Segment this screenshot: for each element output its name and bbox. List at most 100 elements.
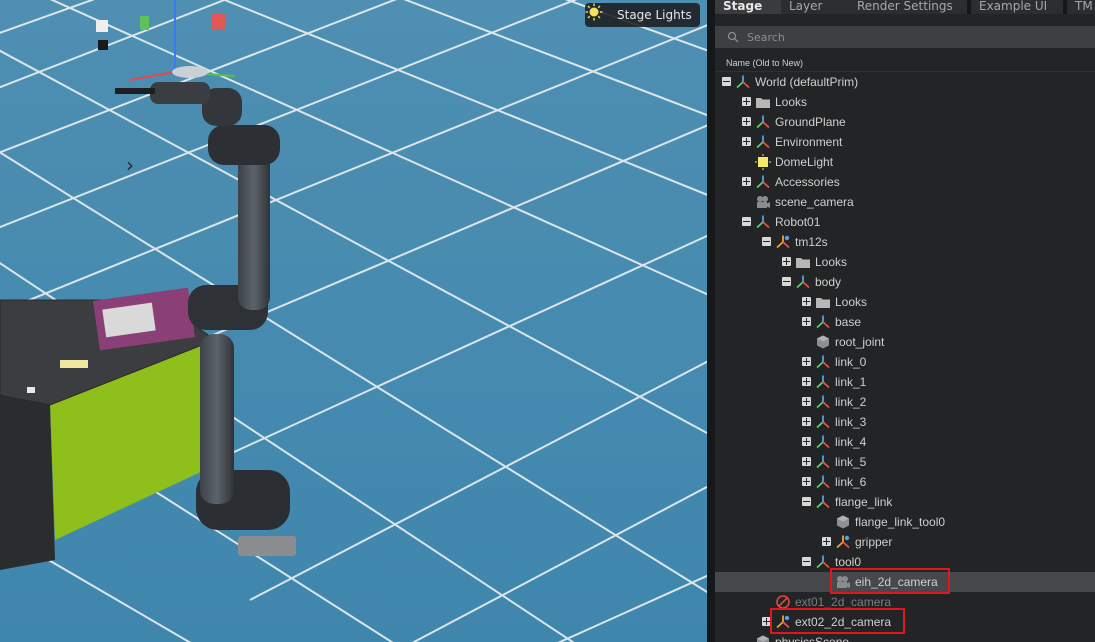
viewport-scene xyxy=(0,0,707,642)
cube-icon xyxy=(755,634,771,642)
tree-row[interactable]: link_3 xyxy=(715,412,1095,432)
column-header-name[interactable]: Name (Old to New) xyxy=(715,56,1095,72)
expand-icon[interactable] xyxy=(742,97,751,106)
tree-row-label: body xyxy=(815,275,842,289)
expand-icon[interactable] xyxy=(802,377,811,386)
tree-row-label: Accessories xyxy=(775,175,840,189)
tree-row[interactable]: DomeLight xyxy=(715,152,1095,172)
tree-row[interactable]: link_6 xyxy=(715,472,1095,492)
expand-icon[interactable] xyxy=(802,357,811,366)
tab-stage[interactable]: Stage xyxy=(715,0,783,14)
tree-row[interactable]: Accessories xyxy=(715,172,1095,192)
tree-row-label: Looks xyxy=(815,255,848,269)
folder-icon xyxy=(795,254,811,270)
collapse-icon[interactable] xyxy=(782,277,791,286)
column-header-label: Name (Old to New) xyxy=(726,58,804,68)
tree-row[interactable]: flange_link xyxy=(715,492,1095,512)
xform-icon xyxy=(735,74,751,90)
xform-icon xyxy=(755,174,771,190)
tree-row[interactable]: link_1 xyxy=(715,372,1095,392)
tree-row-label: link_6 xyxy=(835,475,867,489)
tab-render-settings[interactable]: Render Settings xyxy=(849,0,967,14)
xform-icon xyxy=(815,314,831,330)
search-icon xyxy=(727,31,739,43)
xform-icon xyxy=(755,134,771,150)
expand-icon[interactable] xyxy=(802,417,811,426)
tree-row-label: root_joint xyxy=(835,335,885,349)
tree-row[interactable]: link_2 xyxy=(715,392,1095,412)
collapse-icon[interactable] xyxy=(722,77,731,86)
expand-icon[interactable] xyxy=(802,297,811,306)
tree-row[interactable]: Looks xyxy=(715,252,1095,272)
tree-row[interactable]: tm12s xyxy=(715,232,1095,252)
xform-icon xyxy=(815,494,831,510)
tree-row[interactable]: Environment xyxy=(715,132,1095,152)
tree-row-label: physicsScene xyxy=(775,635,850,642)
expand-icon[interactable] xyxy=(802,477,811,486)
tree-row[interactable]: World (defaultPrim) xyxy=(715,72,1095,92)
tree-row[interactable]: Looks xyxy=(715,92,1095,112)
expand-icon[interactable] xyxy=(822,537,831,546)
tree-row[interactable]: link_4 xyxy=(715,432,1095,452)
tree-row-label: Looks xyxy=(835,295,868,309)
collapse-icon[interactable] xyxy=(762,237,771,246)
tree-row[interactable]: base xyxy=(715,312,1095,332)
tree-row[interactable]: scene_camera xyxy=(715,192,1095,212)
expand-icon[interactable] xyxy=(802,457,811,466)
expand-icon[interactable] xyxy=(742,137,751,146)
xform-icon xyxy=(815,454,831,470)
collapse-icon[interactable] xyxy=(802,497,811,506)
expand-icon[interactable] xyxy=(802,317,811,326)
tab-layer[interactable]: Layer xyxy=(781,0,851,14)
tree-row-label: gripper xyxy=(855,535,893,549)
tree-row-label: scene_camera xyxy=(775,195,854,209)
tree-row[interactable]: gripper xyxy=(715,532,1095,552)
tree-row[interactable]: link_0 xyxy=(715,352,1095,372)
chevron-right-icon[interactable]: › xyxy=(126,154,140,176)
tree-row-label: Robot01 xyxy=(775,215,821,229)
tree-row-label: link_0 xyxy=(835,355,867,369)
stage-panel: Stage Layer Render Settings Example UI T… xyxy=(715,0,1095,642)
xform-icon xyxy=(815,394,831,410)
expand-icon[interactable] xyxy=(742,177,751,186)
articulation-icon xyxy=(835,534,851,550)
tree-row-label: link_5 xyxy=(835,455,867,469)
expand-icon[interactable] xyxy=(802,437,811,446)
stage-lights-label: Stage Lights xyxy=(617,8,692,22)
xform-icon xyxy=(755,214,771,230)
xform-icon xyxy=(755,114,771,130)
xform-icon xyxy=(815,434,831,450)
folder-icon xyxy=(755,94,771,110)
tree-row-label: link_1 xyxy=(835,375,867,389)
collapse-icon[interactable] xyxy=(742,217,751,226)
tree-row-label: World (defaultPrim) xyxy=(755,75,859,89)
tree-row-label: Looks xyxy=(775,95,808,109)
tree-row-label: link_4 xyxy=(835,435,867,449)
expand-icon[interactable] xyxy=(802,397,811,406)
xform-icon xyxy=(815,414,831,430)
tab-tm[interactable]: TM xyxy=(1067,0,1095,14)
tree-row[interactable]: link_5 xyxy=(715,452,1095,472)
stage-lights-button[interactable]: Stage Lights xyxy=(585,3,700,27)
tree-row[interactable]: physicsScene xyxy=(715,632,1095,642)
expand-icon[interactable] xyxy=(742,117,751,126)
tree-row-label: base xyxy=(835,315,862,329)
cube-icon xyxy=(835,514,851,530)
tree-row[interactable]: GroundPlane xyxy=(715,112,1095,132)
tree-row-label: link_3 xyxy=(835,415,867,429)
camera-icon xyxy=(755,194,771,210)
panel-splitter[interactable] xyxy=(707,0,715,642)
expand-icon[interactable] xyxy=(782,257,791,266)
collapse-icon[interactable] xyxy=(802,557,811,566)
tree-row[interactable]: flange_link_tool0 xyxy=(715,512,1095,532)
tree-row[interactable]: root_joint xyxy=(715,332,1095,352)
3d-viewport[interactable]: › Stage Lights xyxy=(0,0,707,642)
tree-row-label: DomeLight xyxy=(775,155,834,169)
tab-example-ui[interactable]: Example UI xyxy=(971,0,1063,14)
tree-row[interactable]: Robot01 xyxy=(715,212,1095,232)
xform-icon xyxy=(815,354,831,370)
tree-row[interactable]: body xyxy=(715,272,1095,292)
search-input[interactable] xyxy=(745,29,1079,45)
tree-row[interactable]: Looks xyxy=(715,292,1095,312)
xform-icon xyxy=(795,274,811,290)
